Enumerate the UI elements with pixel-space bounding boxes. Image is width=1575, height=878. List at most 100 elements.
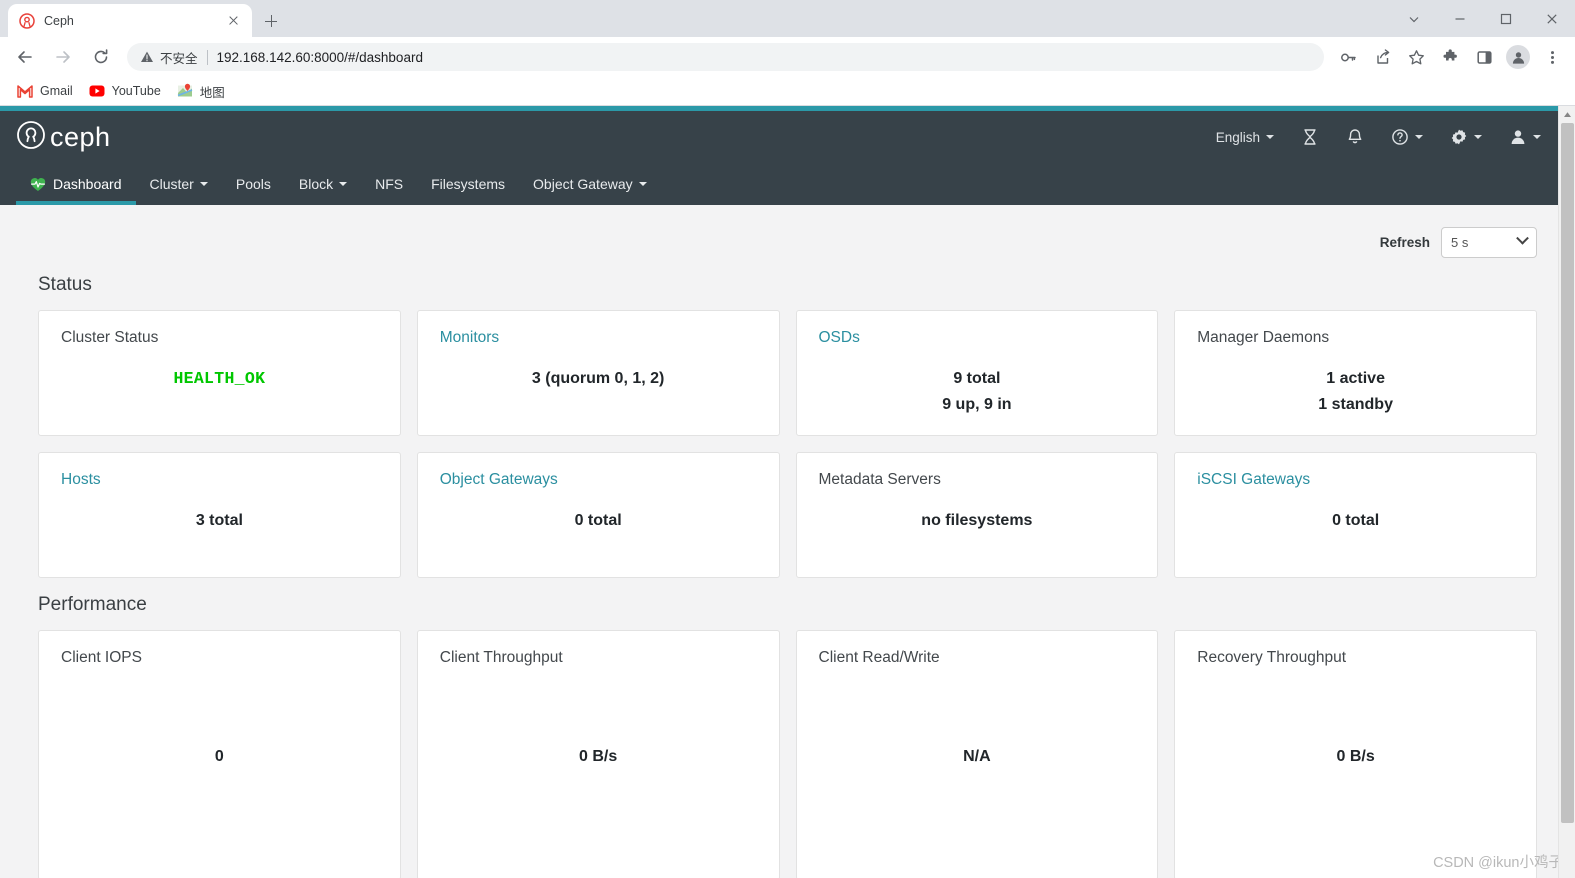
notifications-bell-icon[interactable]	[1346, 128, 1364, 146]
card-title: Manager Daemons	[1197, 329, 1330, 346]
status-card-row-1: Cluster Status HEALTH_OK Monitors 3 (quo…	[38, 310, 1537, 436]
nav-item-label: Block	[298, 176, 334, 192]
card-title: Client Throughput	[439, 649, 563, 666]
nav-item-dashboard[interactable]: Dashboard	[16, 163, 136, 205]
page-scrollbar[interactable]	[1558, 106, 1575, 878]
nav-item-cluster[interactable]: Cluster	[136, 163, 222, 205]
watermark-text: CSDN @ikun小鸡子	[1433, 855, 1563, 871]
share-icon[interactable]	[1367, 42, 1397, 72]
chevron-down-icon	[1415, 135, 1423, 139]
tab-search-chevron-down-icon[interactable]	[1391, 0, 1437, 37]
more-menu-icon[interactable]	[1537, 42, 1567, 72]
star-icon[interactable]	[1401, 42, 1431, 72]
card-manager-daemons: Manager Daemons 1 active 1 standby	[1174, 310, 1537, 436]
status-card-row-2: Hosts 3 total Object Gateways 0 total Me…	[38, 452, 1537, 578]
bookmark-youtube[interactable]: YouTube	[82, 79, 168, 103]
nav-item-filesystems[interactable]: Filesystems	[417, 163, 519, 205]
scrollbar-up-arrow-icon[interactable]	[1559, 106, 1575, 123]
scrollbar-thumb[interactable]	[1561, 123, 1574, 823]
forward-arrow-icon	[48, 42, 78, 72]
card-title-link[interactable]: Object Gateways	[440, 470, 757, 490]
gmail-icon	[17, 83, 33, 99]
warning-triangle-icon	[140, 50, 154, 64]
chevron-down-icon	[1516, 231, 1529, 245]
browser-tab-title: Ceph	[44, 13, 74, 28]
card-value: 0 total	[574, 512, 622, 530]
performance-card-row: Client IOPS 0 Client Throughput 0 B/s Cl…	[38, 630, 1537, 878]
browser-tab-ceph[interactable]: Ceph	[8, 4, 252, 37]
new-tab-button[interactable]	[257, 7, 285, 35]
card-value: 3 (quorum 0, 1, 2)	[531, 370, 665, 388]
avatar	[1506, 45, 1530, 69]
nav-item-nfs[interactable]: NFS	[361, 163, 417, 205]
back-arrow-icon[interactable]	[10, 42, 40, 72]
bookmark-maps[interactable]: 地图	[170, 79, 232, 103]
card-title: Client Read/Write	[818, 649, 940, 666]
ceph-wordmark: ceph	[50, 121, 111, 152]
card-osds[interactable]: OSDs 9 total 9 up, 9 in	[795, 310, 1159, 436]
chevron-down-icon	[1533, 135, 1541, 139]
card-value: 0 B/s	[579, 748, 618, 766]
chevron-down-icon	[1266, 135, 1274, 139]
settings-gear-icon[interactable]	[1450, 128, 1482, 146]
bookmark-gmail[interactable]: Gmail	[10, 79, 80, 103]
section-title-performance: Performance	[38, 594, 147, 615]
nav-item-label: Filesystems	[431, 176, 506, 192]
card-value-health: HEALTH_OK	[173, 369, 266, 389]
card-cluster-status: Cluster Status HEALTH_OK	[38, 310, 401, 436]
reload-icon[interactable]	[86, 42, 116, 72]
user-account-icon[interactable]	[1509, 128, 1541, 146]
card-title-link[interactable]: iSCSI Gateways	[1197, 470, 1514, 490]
card-title: Client IOPS	[61, 649, 142, 666]
address-bar[interactable]: 不安全 192.168.142.60:8000/#/dashboard	[127, 43, 1324, 71]
bookmark-label: YouTube	[111, 84, 161, 98]
address-bar-url: 192.168.142.60:8000/#/dashboard	[216, 49, 423, 65]
ceph-dashboard-app: ceph English Dashboard Cluster Pools Blo…	[0, 106, 1575, 878]
card-value-secondary: 1 standby	[1318, 395, 1393, 413]
card-title-link[interactable]: OSDs	[819, 328, 1136, 348]
card-title: Recovery Throughput	[1197, 649, 1347, 666]
nav-item-pools[interactable]: Pools	[222, 163, 285, 205]
ceph-logo[interactable]: ceph	[16, 120, 111, 155]
card-value-group: 1 active 1 standby	[1197, 366, 1514, 417]
nav-item-label: Pools	[235, 176, 271, 192]
minimize-icon[interactable]	[1437, 0, 1483, 37]
omnibox-divider	[206, 49, 208, 65]
profile-avatar-icon[interactable]	[1503, 42, 1533, 72]
nav-item-object-gateway[interactable]: Object Gateway	[519, 163, 661, 205]
close-icon[interactable]	[1529, 0, 1575, 37]
card-value-group: 9 total 9 up, 9 in	[819, 366, 1136, 417]
extensions-puzzle-icon[interactable]	[1435, 42, 1465, 72]
card-title-link[interactable]: Hosts	[61, 470, 378, 490]
help-question-icon[interactable]	[1391, 128, 1423, 146]
tasks-hourglass-icon[interactable]	[1301, 128, 1319, 146]
bookmark-label: 地图	[199, 85, 225, 100]
card-hosts[interactable]: Hosts 3 total	[38, 452, 401, 578]
card-title: Cluster Status	[61, 329, 159, 346]
side-panel-icon[interactable]	[1469, 42, 1499, 72]
dashboard-content: Refresh 5 s Status Cluster Status HEALTH…	[0, 205, 1575, 878]
card-value: 0 B/s	[1336, 748, 1375, 766]
card-value: 0 total	[1332, 512, 1380, 530]
card-client-throughput: Client Throughput 0 B/s	[416, 630, 780, 878]
browser-toolbar: 不安全 192.168.142.60:8000/#/dashboard	[0, 37, 1575, 77]
chevron-down-icon	[1474, 135, 1482, 139]
youtube-icon	[89, 83, 105, 99]
card-iscsi-gateways[interactable]: iSCSI Gateways 0 total	[1174, 452, 1537, 578]
card-recovery-throughput: Recovery Throughput 0 B/s	[1174, 630, 1537, 878]
language-selector[interactable]: English	[1216, 130, 1274, 145]
card-client-iops: Client IOPS 0	[38, 630, 401, 878]
tab-close-icon[interactable]	[225, 12, 242, 29]
card-monitors[interactable]: Monitors 3 (quorum 0, 1, 2)	[416, 310, 780, 436]
key-icon[interactable]	[1333, 42, 1363, 72]
nav-item-label: Dashboard	[53, 176, 122, 192]
refresh-label: Refresh	[1379, 235, 1430, 250]
refresh-control: Refresh 5 s	[38, 205, 1537, 264]
card-metadata-servers: Metadata Servers no filesystems	[795, 452, 1159, 578]
refresh-interval-select[interactable]: 5 s	[1441, 227, 1537, 258]
nav-item-block[interactable]: Block	[285, 163, 361, 205]
maximize-icon[interactable]	[1483, 0, 1529, 37]
bookmarks-bar: Gmail YouTube 地图	[0, 77, 1575, 106]
card-title-link[interactable]: Monitors	[440, 328, 757, 348]
card-object-gateways[interactable]: Object Gateways 0 total	[416, 452, 780, 578]
